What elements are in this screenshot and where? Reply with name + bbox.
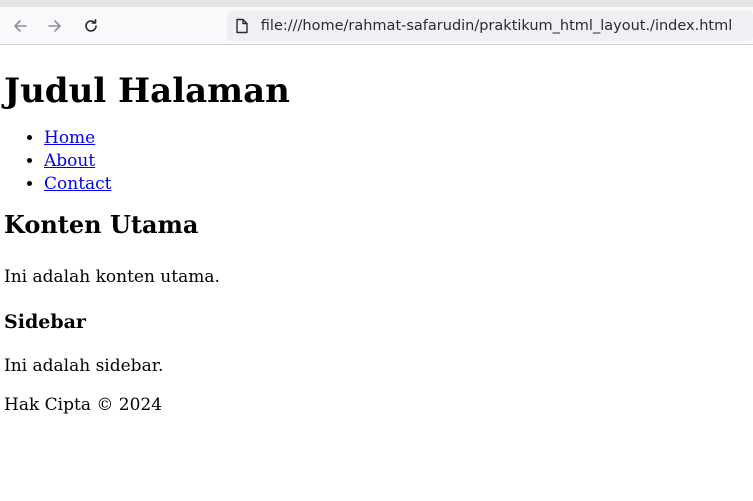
forward-button[interactable]: [38, 8, 74, 44]
nav-item: Contact: [44, 173, 749, 196]
sidebar-text: Ini adalah sidebar.: [4, 356, 164, 376]
page-content: Judul Halaman Home About Contact Konten …: [0, 69, 753, 417]
browser-toolbar: file:///home/rahmat-safarudin/praktikum_…: [0, 7, 753, 45]
forward-arrow-icon: [47, 18, 63, 34]
main-text: Ini adalah konten utama.: [4, 267, 220, 287]
footer-text: Hak Cipta © 2024: [4, 395, 163, 415]
file-icon: [235, 18, 251, 34]
nav-list: Home About Contact: [4, 127, 749, 196]
page-title: Judul Halaman: [4, 71, 290, 111]
nav-link-home[interactable]: Home: [44, 128, 95, 148]
tab-strip: [0, 0, 753, 7]
url-bar[interactable]: file:///home/rahmat-safarudin/praktikum_…: [226, 10, 753, 41]
url-text[interactable]: file:///home/rahmat-safarudin/praktikum_…: [261, 18, 732, 34]
nav-link-contact[interactable]: Contact: [44, 174, 112, 194]
nav-link-about[interactable]: About: [44, 151, 95, 171]
back-arrow-icon: [12, 18, 28, 34]
main-heading: Konten Utama: [4, 210, 199, 239]
nav-item: About: [44, 150, 749, 173]
back-button[interactable]: [2, 8, 38, 44]
reload-button[interactable]: [73, 8, 109, 44]
reload-icon: [83, 18, 99, 34]
sidebar-heading: Sidebar: [4, 311, 86, 333]
nav-item: Home: [44, 127, 749, 150]
